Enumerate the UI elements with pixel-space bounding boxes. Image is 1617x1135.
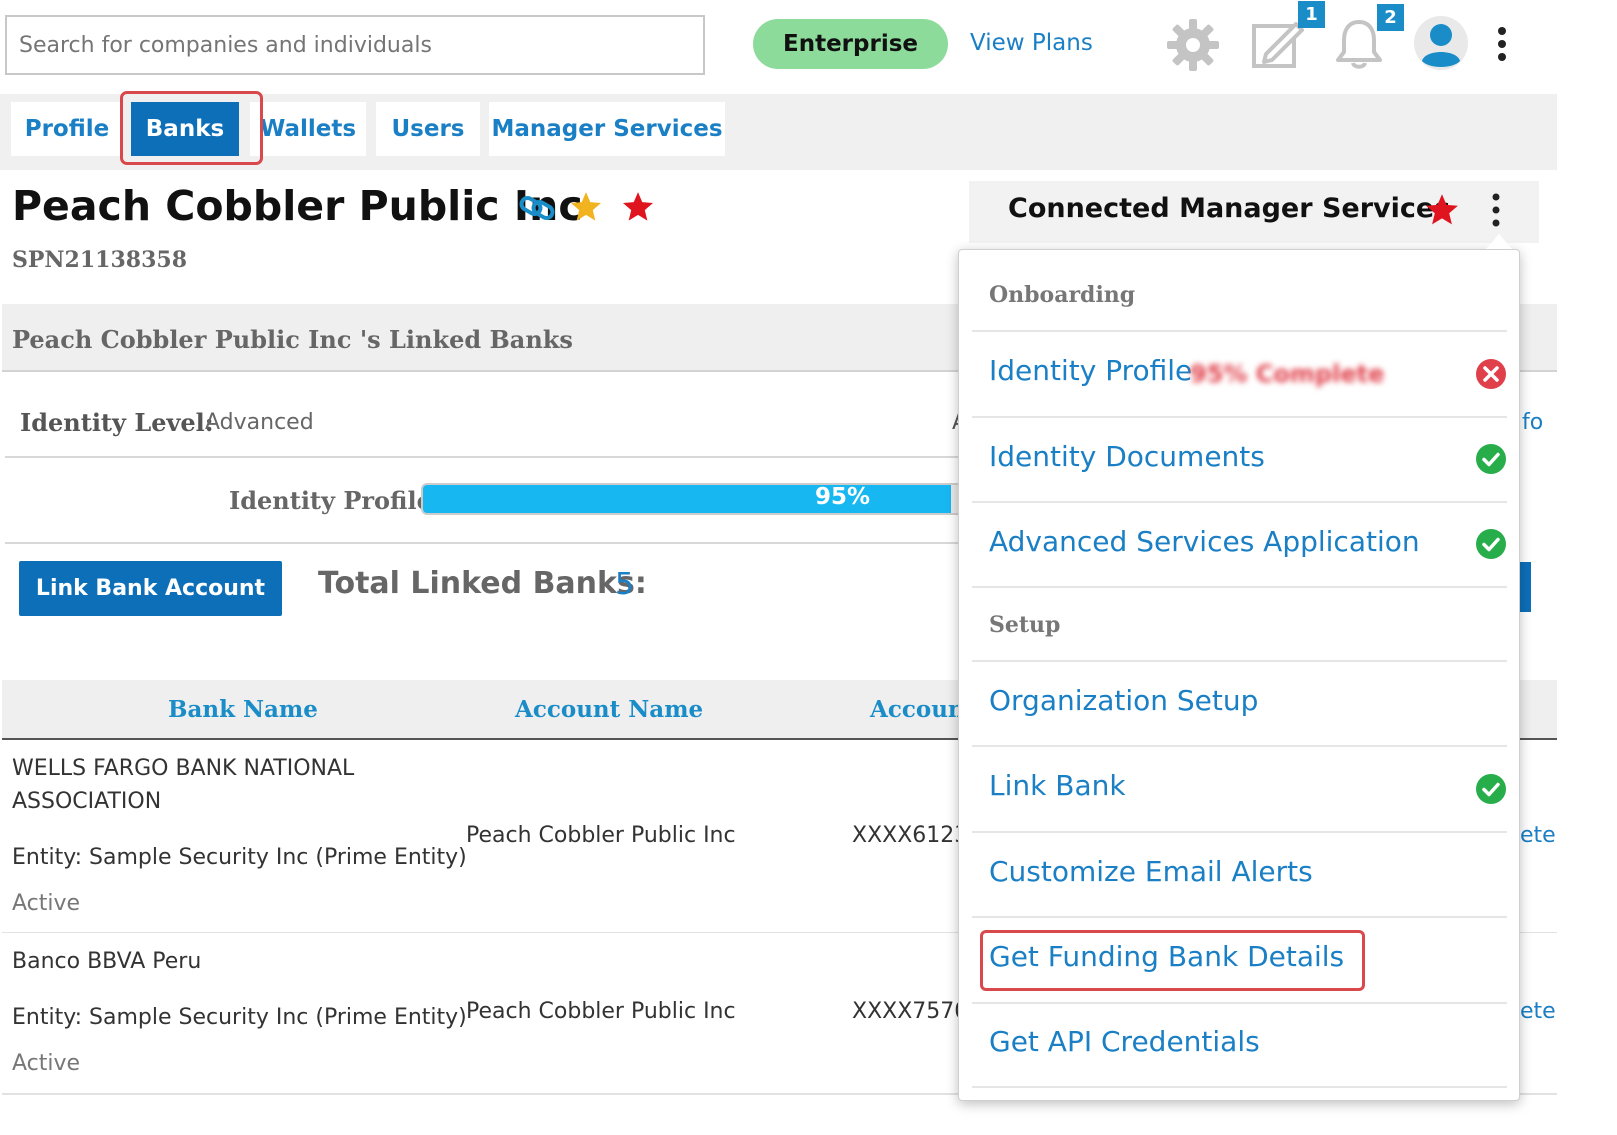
more-options-icon[interactable] (1487, 24, 1517, 64)
menu-divider (972, 416, 1507, 418)
menu-heading-setup: Setup (989, 612, 1061, 638)
identity-info-link-partial[interactable]: fo (1522, 410, 1543, 435)
banks-tab-highlight (120, 91, 263, 165)
identity-level-value: Advanced (205, 410, 314, 435)
error-icon (1476, 359, 1506, 389)
divider (5, 456, 1005, 458)
link-bank-account-button[interactable]: Link Bank Account (19, 561, 282, 616)
linked-banks-title: Peach Cobbler Public Inc 's Linked Banks (12, 325, 573, 354)
identity-profile-progress-bar (421, 483, 981, 515)
account-number: XXXX6123 (852, 823, 969, 848)
company-id: SPN21138358 (12, 247, 188, 273)
bank-entity: Entity: Sample Security Inc (Prime Entit… (12, 1005, 467, 1030)
bank-name: Banco BBVA Peru (12, 949, 202, 974)
menu-divider (972, 916, 1507, 918)
view-plans-link[interactable]: View Plans (970, 30, 1093, 56)
bank-status: Active (12, 891, 81, 916)
tab-manager-services[interactable]: Manager Services (489, 102, 725, 156)
delete-link[interactable]: ete (1520, 999, 1556, 1024)
bank-name: ASSOCIATION (12, 789, 162, 814)
menu-divider (972, 501, 1507, 503)
menu-divider (972, 330, 1507, 332)
total-linked-banks-value: 5 (615, 567, 635, 602)
red-star-icon (1426, 194, 1458, 225)
check-icon (1476, 774, 1506, 804)
red-star-icon (622, 192, 654, 221)
column-header-account[interactable]: Accoun (870, 696, 965, 723)
avatar-icon[interactable] (1413, 15, 1469, 71)
check-icon (1476, 444, 1506, 474)
identity-level-label: Identity Level: (20, 408, 214, 437)
column-header-account-name[interactable]: Account Name (515, 696, 703, 723)
account-name: Peach Cobbler Public Inc (466, 823, 736, 848)
connected-manager-services-title: Connected Manager Services (1008, 193, 1451, 224)
column-header-bank-name[interactable]: Bank Name (168, 696, 318, 723)
dropdown-caret (1486, 234, 1512, 249)
progress-fill (423, 485, 952, 513)
menu-item-customize-email-alerts[interactable]: Customize Email Alerts (989, 855, 1313, 888)
menu-divider (972, 660, 1507, 662)
gear-icon[interactable] (1164, 16, 1222, 74)
account-number: XXXX7570 (852, 999, 969, 1024)
menu-divider (972, 586, 1507, 588)
menu-divider (972, 831, 1507, 833)
delete-link[interactable]: ete (1520, 823, 1556, 848)
company-name: Peach Cobbler Public Inc (12, 182, 583, 230)
divider (5, 542, 1005, 544)
search-input[interactable] (5, 15, 705, 75)
menu-divider (972, 745, 1507, 747)
plan-badge[interactable]: Enterprise (753, 19, 948, 69)
bank-status: Active (12, 1051, 81, 1076)
identity-profile-label: Identity Profile (229, 486, 432, 515)
menu-divider (972, 1086, 1507, 1088)
total-linked-banks-label: Total Linked Banks: (318, 566, 647, 601)
menu-item-link-bank[interactable]: Link Bank (989, 769, 1126, 802)
progress-percent: 95% (815, 484, 871, 510)
menu-divider (972, 1002, 1507, 1004)
check-icon (1476, 529, 1506, 559)
menu-item-identity-profile[interactable]: Identity Profile (989, 354, 1192, 387)
menu-item-get-api-credentials[interactable]: Get API Credentials (989, 1025, 1260, 1058)
bank-entity: Entity: Sample Security Inc (Prime Entit… (12, 845, 467, 870)
manager-services-menu-icon[interactable] (1482, 190, 1510, 230)
tab-wallets[interactable]: Wallets (250, 102, 366, 156)
notification-count-badge: 2 (1377, 4, 1404, 31)
account-name: Peach Cobbler Public Inc (466, 999, 736, 1024)
funding-bank-highlight (980, 930, 1365, 991)
bank-name: WELLS FARGO BANK NATIONAL (12, 756, 355, 781)
menu-item-identity-documents[interactable]: Identity Documents (989, 440, 1265, 473)
tab-users[interactable]: Users (376, 102, 480, 156)
tab-profile[interactable]: Profile (11, 102, 123, 156)
link-icon (519, 196, 555, 220)
gold-star-icon (570, 192, 602, 221)
identity-profile-status-text: 95% Complete (1190, 360, 1385, 388)
menu-item-organization-setup[interactable]: Organization Setup (989, 684, 1258, 717)
menu-heading-onboarding: Onboarding (989, 282, 1136, 308)
menu-item-advanced-services-application[interactable]: Advanced Services Application (989, 525, 1420, 558)
edit-count-badge: 1 (1298, 1, 1325, 28)
